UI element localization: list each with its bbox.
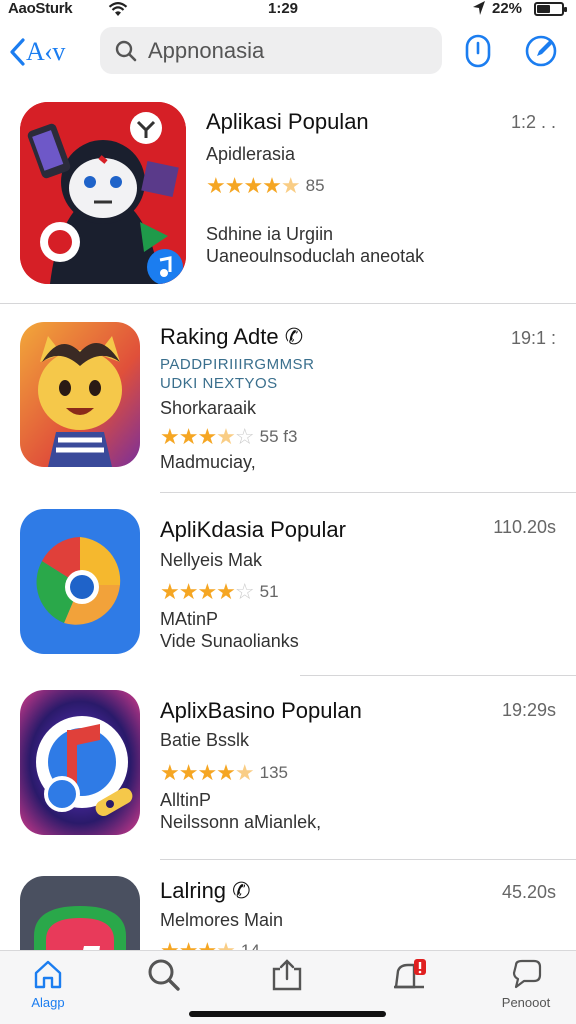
rating-count: 85 [305,176,325,195]
list-item[interactable]: ApliKdasia Popular 110.20s Nellyeis Mak … [0,493,576,675]
star-rating-icon: ★★★ [160,938,217,950]
home-icon [34,960,62,989]
app-subtitle: Melmores Main [160,910,284,930]
empty-star-icon: ☆ [234,579,255,604]
rating-stars: ★★★★ ★ 85 [206,173,325,199]
cartoon-cat-icon [20,322,140,467]
tab-label: Penooot [501,995,551,1010]
tab-updates[interactable] [247,957,327,1019]
music-note-icon [20,690,140,835]
home-indicator [189,1011,386,1017]
half-star-icon: ★ [280,173,301,198]
app-title: AplixBasino Populan [160,698,362,723]
search-icon [148,959,180,991]
app-meta: 1:2 . . [510,112,556,132]
app-description-line: MAtinP [160,609,219,629]
battery-icon [534,2,567,16]
app-caps-line: PADDPIRIIIRGMMSR [160,356,315,373]
app-description-line: Neilssonn aMianlek, [160,812,322,832]
app-subtitle: Nellyeis Mak [160,550,263,570]
rating-count: 51 [259,582,279,601]
tab-notifications[interactable] [370,957,450,1019]
rating-count: 55 f3 [259,427,298,446]
rating-count: 135 [259,763,288,782]
star-rating-icon: ★★★ [160,424,217,449]
navigation-bar: A‹v [0,26,576,78]
tab-label: Alagp [31,995,65,1010]
carrier-name: AaoSturk [8,0,73,17]
inbox-badge-icon [394,959,426,989]
battery-fill [537,5,551,13]
chrome-like-icon [20,509,140,654]
search-input[interactable] [148,37,418,64]
app-title: Aplikasi Populan [206,109,369,134]
half-star-icon: ★ [216,424,236,449]
star-rating-icon: ★★★★ [160,760,236,785]
list-item[interactable]: Lalring ✆ 45.20s Melmores Main ★★★★ 14 [0,860,576,950]
search-icon [115,40,137,61]
app-caps-line: UDKI NEXTYOS [160,375,278,392]
app-description-line: Uaneoulnsoduclah aneotak [206,246,425,266]
red-letter-icon [20,876,140,950]
app-meta: 19:1 : [510,328,556,348]
search-bar[interactable] [100,27,442,74]
chat-bubble-icon [512,959,542,989]
app-subtitle: Apidlerasia [206,144,296,164]
back-button[interactable]: A‹v [8,34,65,70]
list-item[interactable]: Aplikasi Populan 1:2 . . Apidlerasia ★★★… [0,88,576,303]
tab-search[interactable] [124,957,204,1019]
location-arrow-icon [473,1,485,15]
half-star-icon: ★ [216,938,236,950]
app-subtitle: Batie Bsslk [160,730,250,750]
tab-profile[interactable]: Penooot [486,957,566,1019]
rating-stars: ★★★★ ★ 135 [160,760,288,786]
app-title: Raking Adte ✆ [160,324,304,349]
app-list: Aplikasi Populan 1:2 . . Apidlerasia ★★★… [0,88,576,950]
app-description-line: Vide Sunaolianks [160,631,299,651]
app-meta: 110.20s [493,517,556,537]
status-bar: AaoSturk 1:29 22% [0,0,576,22]
compose-icon[interactable] [524,34,558,68]
tab-today[interactable]: Alagp [8,957,88,1019]
battery-percent: 22% [492,0,523,17]
chevron-left-icon [10,38,25,66]
clock: 1:29 [268,0,299,17]
rating-stars: ★★★★ 14 [160,938,260,950]
rating-stars: ★★★ ★ ☆ 55 f3 [160,424,297,450]
app-title: Lalring ✆ [160,878,251,903]
list-item[interactable]: Raking Adte ✆ 19:1 : PADDPIRIIIRGMMSR UD… [0,304,576,492]
list-item[interactable]: AplixBasino Populan 19:29s Batie Bsslk ★… [0,676,576,859]
app-meta: 45.20s [501,882,556,902]
app-description-line: Madmuciay, [160,452,256,472]
back-label: A‹v [26,37,65,66]
half-star-icon: ★ [234,760,255,785]
app-meta: 19:29s [501,700,556,720]
app-description-line: AlltinP [160,790,212,810]
app-subtitle: Shorkaraaik [160,398,257,418]
share-tray-icon [272,959,302,991]
app-description-line: Sdhine ia Urgiin [206,224,334,244]
rating-stars: ★★★★ ☆ 51 [160,579,279,605]
star-rating-icon: ★★★★ [160,579,236,604]
rating-count: 14 [241,941,260,950]
character-collage-icon [20,102,186,284]
empty-star-icon: ☆ [234,424,255,449]
microphone-icon[interactable] [461,34,495,68]
star-rating-icon: ★★★★ [206,173,282,198]
wifi-icon [108,2,128,16]
app-title: ApliKdasia Popular [160,517,346,542]
